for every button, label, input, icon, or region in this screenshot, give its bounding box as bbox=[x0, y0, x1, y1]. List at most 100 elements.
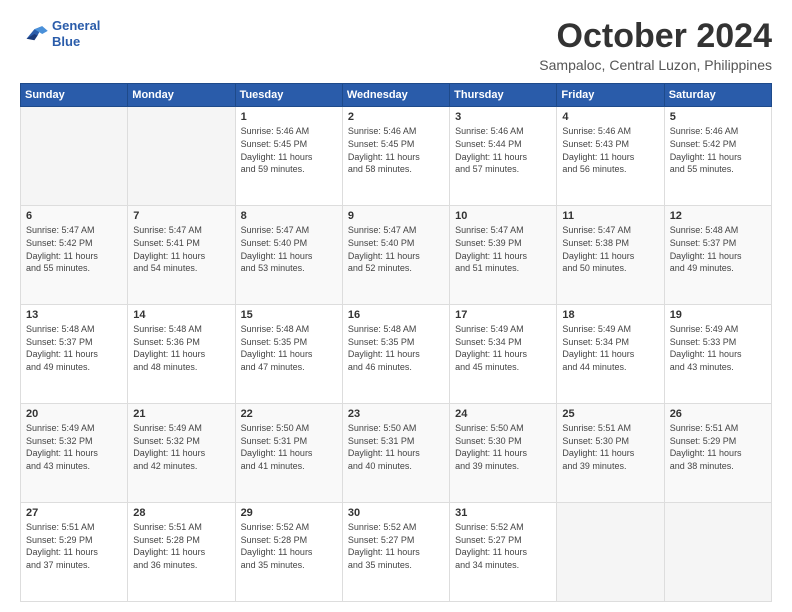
calendar-day-cell: 3Sunrise: 5:46 AM Sunset: 5:44 PM Daylig… bbox=[450, 107, 557, 206]
calendar-day-cell: 4Sunrise: 5:46 AM Sunset: 5:43 PM Daylig… bbox=[557, 107, 664, 206]
day-info: Sunrise: 5:49 AM Sunset: 5:33 PM Dayligh… bbox=[670, 323, 766, 373]
day-number: 8 bbox=[241, 210, 337, 222]
day-info: Sunrise: 5:46 AM Sunset: 5:45 PM Dayligh… bbox=[348, 125, 444, 175]
calendar-day-cell: 14Sunrise: 5:48 AM Sunset: 5:36 PM Dayli… bbox=[128, 305, 235, 404]
day-info: Sunrise: 5:50 AM Sunset: 5:31 PM Dayligh… bbox=[241, 422, 337, 472]
calendar-day-cell: 25Sunrise: 5:51 AM Sunset: 5:30 PM Dayli… bbox=[557, 404, 664, 503]
weekday-header: Tuesday bbox=[235, 84, 342, 107]
calendar-day-cell: 6 Sunrise: 5:47 AM Sunset: 5:42 PM Daylig… bbox=[21, 206, 128, 305]
calendar-day-cell: 26 Sunrise: 5:51 AM Sunset: 5:29 PM Dayli… bbox=[664, 404, 771, 503]
day-number: 14 bbox=[133, 309, 229, 321]
title-block: October 2024 Sampaloc, Central Luzon, Ph… bbox=[539, 18, 772, 73]
calendar-day-cell: 21 Sunrise: 5:49 AM Sunset: 5:32 PM Dayli… bbox=[128, 404, 235, 503]
logo-text: General Blue bbox=[52, 18, 100, 49]
day-number: 12 bbox=[670, 210, 766, 222]
day-number: 22 bbox=[241, 408, 337, 420]
day-number: 2 bbox=[348, 111, 444, 123]
day-number: 19 bbox=[670, 309, 766, 321]
day-number: 23 bbox=[348, 408, 444, 420]
day-info: Sunrise: 5:47 AM Sunset: 5:40 PM Dayligh… bbox=[348, 224, 444, 274]
day-info: Sunrise: 5:47 AM Sunset: 5:42 PM Dayligh… bbox=[26, 224, 122, 274]
day-info: Sunrise: 5:48 AM Sunset: 5:37 PM Dayligh… bbox=[670, 224, 766, 274]
day-info: Sunrise: 5:47 AM Sunset: 5:38 PM Dayligh… bbox=[562, 224, 658, 274]
calendar-day-cell: 18 Sunrise: 5:49 AM Sunset: 5:34 PM Dayli… bbox=[557, 305, 664, 404]
weekday-header: Wednesday bbox=[342, 84, 449, 107]
day-number: 21 bbox=[133, 408, 229, 420]
calendar-day-cell: 28Sunrise: 5:51 AM Sunset: 5:28 PM Dayli… bbox=[128, 503, 235, 602]
calendar-day-cell: 31Sunrise: 5:52 AM Sunset: 5:27 PM Dayli… bbox=[450, 503, 557, 602]
calendar-week-row: 6 Sunrise: 5:47 AM Sunset: 5:42 PM Daylig… bbox=[21, 206, 772, 305]
day-number: 27 bbox=[26, 507, 122, 519]
calendar-day-cell: 30 Sunrise: 5:52 AM Sunset: 5:27 PM Dayli… bbox=[342, 503, 449, 602]
weekday-header: Saturday bbox=[664, 84, 771, 107]
calendar-day-cell: 12 Sunrise: 5:48 AM Sunset: 5:37 PM Dayli… bbox=[664, 206, 771, 305]
day-info: Sunrise: 5:50 AM Sunset: 5:31 PM Dayligh… bbox=[348, 422, 444, 472]
calendar-day-cell bbox=[557, 503, 664, 602]
logo: General Blue bbox=[20, 18, 100, 49]
day-number: 16 bbox=[348, 309, 444, 321]
day-number: 29 bbox=[241, 507, 337, 519]
day-number: 4 bbox=[562, 111, 658, 123]
page: General Blue October 2024 Sampaloc, Cent… bbox=[0, 0, 792, 612]
weekday-header: Friday bbox=[557, 84, 664, 107]
day-number: 20 bbox=[26, 408, 122, 420]
calendar-day-cell: 1 Sunrise: 5:46 AM Sunset: 5:45 PM Daylig… bbox=[235, 107, 342, 206]
day-info: Sunrise: 5:48 AM Sunset: 5:37 PM Dayligh… bbox=[26, 323, 122, 373]
day-info: Sunrise: 5:51 AM Sunset: 5:29 PM Dayligh… bbox=[26, 521, 122, 571]
weekday-header: Monday bbox=[128, 84, 235, 107]
calendar-day-cell: 15Sunrise: 5:48 AM Sunset: 5:35 PM Dayli… bbox=[235, 305, 342, 404]
day-number: 13 bbox=[26, 309, 122, 321]
day-info: Sunrise: 5:46 AM Sunset: 5:42 PM Dayligh… bbox=[670, 125, 766, 175]
weekday-header: Thursday bbox=[450, 84, 557, 107]
day-number: 30 bbox=[348, 507, 444, 519]
calendar-table: SundayMondayTuesdayWednesdayThursdayFrid… bbox=[20, 83, 772, 602]
calendar-week-row: 1 Sunrise: 5:46 AM Sunset: 5:45 PM Daylig… bbox=[21, 107, 772, 206]
day-info: Sunrise: 5:49 AM Sunset: 5:34 PM Dayligh… bbox=[455, 323, 551, 373]
calendar-day-cell: 13 Sunrise: 5:48 AM Sunset: 5:37 PM Dayli… bbox=[21, 305, 128, 404]
day-info: Sunrise: 5:48 AM Sunset: 5:35 PM Dayligh… bbox=[348, 323, 444, 373]
day-number: 6 bbox=[26, 210, 122, 222]
day-info: Sunrise: 5:47 AM Sunset: 5:41 PM Dayligh… bbox=[133, 224, 229, 274]
day-number: 18 bbox=[562, 309, 658, 321]
day-info: Sunrise: 5:46 AM Sunset: 5:45 PM Dayligh… bbox=[241, 125, 337, 175]
day-number: 24 bbox=[455, 408, 551, 420]
day-number: 28 bbox=[133, 507, 229, 519]
calendar-day-cell: 23 Sunrise: 5:50 AM Sunset: 5:31 PM Dayli… bbox=[342, 404, 449, 503]
calendar-day-cell: 9 Sunrise: 5:47 AM Sunset: 5:40 PM Daylig… bbox=[342, 206, 449, 305]
weekday-header: Sunday bbox=[21, 84, 128, 107]
calendar-day-cell: 2 Sunrise: 5:46 AM Sunset: 5:45 PM Daylig… bbox=[342, 107, 449, 206]
day-info: Sunrise: 5:49 AM Sunset: 5:32 PM Dayligh… bbox=[26, 422, 122, 472]
month-title: October 2024 bbox=[539, 18, 772, 55]
day-info: Sunrise: 5:49 AM Sunset: 5:34 PM Dayligh… bbox=[562, 323, 658, 373]
calendar-day-cell: 11 Sunrise: 5:47 AM Sunset: 5:38 PM Dayli… bbox=[557, 206, 664, 305]
day-info: Sunrise: 5:49 AM Sunset: 5:32 PM Dayligh… bbox=[133, 422, 229, 472]
calendar-day-cell bbox=[128, 107, 235, 206]
day-number: 26 bbox=[670, 408, 766, 420]
location: Sampaloc, Central Luzon, Philippines bbox=[539, 57, 772, 73]
day-info: Sunrise: 5:50 AM Sunset: 5:30 PM Dayligh… bbox=[455, 422, 551, 472]
day-number: 1 bbox=[241, 111, 337, 123]
day-info: Sunrise: 5:47 AM Sunset: 5:40 PM Dayligh… bbox=[241, 224, 337, 274]
day-number: 5 bbox=[670, 111, 766, 123]
day-info: Sunrise: 5:51 AM Sunset: 5:30 PM Dayligh… bbox=[562, 422, 658, 472]
day-info: Sunrise: 5:51 AM Sunset: 5:29 PM Dayligh… bbox=[670, 422, 766, 472]
day-number: 11 bbox=[562, 210, 658, 222]
day-number: 3 bbox=[455, 111, 551, 123]
calendar-day-cell: 10Sunrise: 5:47 AM Sunset: 5:39 PM Dayli… bbox=[450, 206, 557, 305]
calendar-day-cell: 5 Sunrise: 5:46 AM Sunset: 5:42 PM Daylig… bbox=[664, 107, 771, 206]
calendar-header-row: SundayMondayTuesdayWednesdayThursdayFrid… bbox=[21, 84, 772, 107]
calendar-day-cell bbox=[664, 503, 771, 602]
day-info: Sunrise: 5:52 AM Sunset: 5:28 PM Dayligh… bbox=[241, 521, 337, 571]
calendar-day-cell: 17 Sunrise: 5:49 AM Sunset: 5:34 PM Dayli… bbox=[450, 305, 557, 404]
day-number: 31 bbox=[455, 507, 551, 519]
day-number: 17 bbox=[455, 309, 551, 321]
day-info: Sunrise: 5:48 AM Sunset: 5:35 PM Dayligh… bbox=[241, 323, 337, 373]
calendar-day-cell: 22 Sunrise: 5:50 AM Sunset: 5:31 PM Dayli… bbox=[235, 404, 342, 503]
calendar-day-cell: 29 Sunrise: 5:52 AM Sunset: 5:28 PM Dayli… bbox=[235, 503, 342, 602]
day-number: 7 bbox=[133, 210, 229, 222]
day-info: Sunrise: 5:52 AM Sunset: 5:27 PM Dayligh… bbox=[348, 521, 444, 571]
calendar-week-row: 27 Sunrise: 5:51 AM Sunset: 5:29 PM Dayli… bbox=[21, 503, 772, 602]
calendar-day-cell: 16 Sunrise: 5:48 AM Sunset: 5:35 PM Dayli… bbox=[342, 305, 449, 404]
logo-icon bbox=[20, 23, 48, 45]
day-number: 9 bbox=[348, 210, 444, 222]
